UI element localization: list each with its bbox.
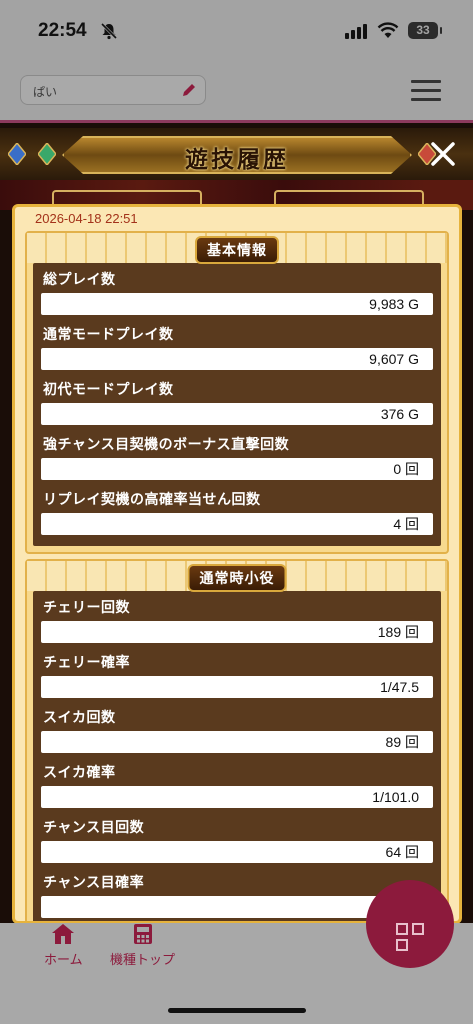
stat-label: チェリー確率 bbox=[43, 655, 130, 671]
status-time: 22:54 bbox=[38, 20, 87, 41]
stat-row: チェリー確率 1/47.5 bbox=[41, 652, 433, 707]
section-normal-minor-roles: 通常時小役 チェリー回数 189 回 チェリー確率 1/47.5 スイカ回数 8… bbox=[25, 559, 449, 921]
status-bar: 22:54 33 bbox=[0, 0, 473, 62]
qr-code-icon bbox=[396, 923, 424, 951]
section-body: 総プレイ数 9,983 G 通常モードプレイ数 9,607 G 初代モードプレイ… bbox=[33, 263, 441, 546]
stat-label: チャンス目回数 bbox=[43, 820, 145, 836]
stat-value: 89 回 bbox=[41, 731, 433, 753]
stat-value: 189 回 bbox=[41, 621, 433, 643]
stat-label: スイカ回数 bbox=[43, 710, 116, 726]
battery-indicator: 33 bbox=[408, 22, 442, 39]
stat-value: 1/101.0 bbox=[41, 786, 433, 808]
stat-value: 376 G bbox=[41, 403, 433, 425]
section-header: 基本情報 bbox=[27, 233, 447, 264]
stat-row: スイカ確率 1/101.0 bbox=[41, 762, 433, 817]
stat-row: チェリー回数 189 回 bbox=[41, 597, 433, 652]
modal-title: 遊技履歴 bbox=[185, 147, 289, 173]
search-input[interactable]: ぱい bbox=[20, 75, 206, 105]
close-icon[interactable] bbox=[428, 139, 458, 169]
stat-value: 1/47.5 bbox=[41, 676, 433, 698]
stat-value: 4 回 bbox=[41, 513, 433, 535]
section-body: チェリー回数 189 回 チェリー確率 1/47.5 スイカ回数 89 回 スイ… bbox=[33, 591, 441, 921]
stat-row: リプレイ契機の高確率当せん回数 4 回 bbox=[41, 489, 433, 544]
stat-value: 9,983 G bbox=[41, 293, 433, 315]
stat-value: 64 回 bbox=[41, 841, 433, 863]
stat-label: 強チャンス目契機のボーナス直撃回数 bbox=[43, 437, 290, 453]
pencil-icon[interactable] bbox=[181, 82, 197, 98]
nav-machine-top-label: 機種トップ bbox=[110, 953, 176, 968]
stat-label: チャンス目確率 bbox=[43, 875, 145, 891]
section-title: 基本情報 bbox=[195, 236, 279, 264]
hamburger-menu-icon[interactable] bbox=[411, 80, 441, 102]
stat-value: 0 回 bbox=[41, 458, 433, 480]
stat-row: チャンス目回数 64 回 bbox=[41, 817, 433, 872]
section-title: 通常時小役 bbox=[187, 564, 287, 592]
home-icon bbox=[52, 924, 75, 944]
section-basic-info: 基本情報 総プレイ数 9,983 G 通常モードプレイ数 9,607 G 初代モ… bbox=[25, 231, 449, 554]
floating-action-button[interactable] bbox=[366, 880, 454, 968]
section-header: 通常時小役 bbox=[27, 561, 447, 592]
stat-row: 強チャンス目契機のボーナス直撃回数 0 回 bbox=[41, 434, 433, 489]
nav-home[interactable]: ホーム bbox=[44, 923, 83, 968]
signal-icon bbox=[345, 24, 367, 39]
gem-ornament-icon bbox=[8, 143, 26, 165]
history-panel[interactable]: 2026-04-18 22:51 基本情報 総プレイ数 9,983 G 通常モー… bbox=[12, 204, 462, 924]
stat-label: チェリー回数 bbox=[43, 600, 130, 616]
stat-label: 通常モードプレイ数 bbox=[43, 327, 174, 343]
record-timestamp: 2026-04-18 22:51 bbox=[35, 211, 138, 226]
app-header: ぱい bbox=[0, 62, 473, 120]
stat-label: リプレイ契機の高確率当せん回数 bbox=[43, 492, 261, 508]
stat-label: 初代モードプレイ数 bbox=[43, 382, 174, 398]
stat-label: スイカ確率 bbox=[43, 765, 116, 781]
stat-label: 総プレイ数 bbox=[43, 272, 116, 288]
gem-ornament-icon bbox=[38, 143, 56, 165]
home-indicator bbox=[168, 1008, 306, 1013]
stat-row: 通常モードプレイ数 9,607 G bbox=[41, 324, 433, 379]
nav-machine-top[interactable]: 機種トップ bbox=[110, 923, 175, 968]
stat-row: 総プレイ数 9,983 G bbox=[41, 269, 433, 324]
machine-icon bbox=[133, 924, 152, 944]
search-input-text: ぱい bbox=[33, 85, 58, 99]
stat-row: スイカ回数 89 回 bbox=[41, 707, 433, 762]
bell-off-icon bbox=[100, 22, 118, 40]
stat-row: 初代モードプレイ数 376 G bbox=[41, 379, 433, 434]
stat-value: 9,607 G bbox=[41, 348, 433, 370]
wifi-icon bbox=[377, 22, 399, 38]
nav-home-label: ホーム bbox=[44, 953, 83, 968]
